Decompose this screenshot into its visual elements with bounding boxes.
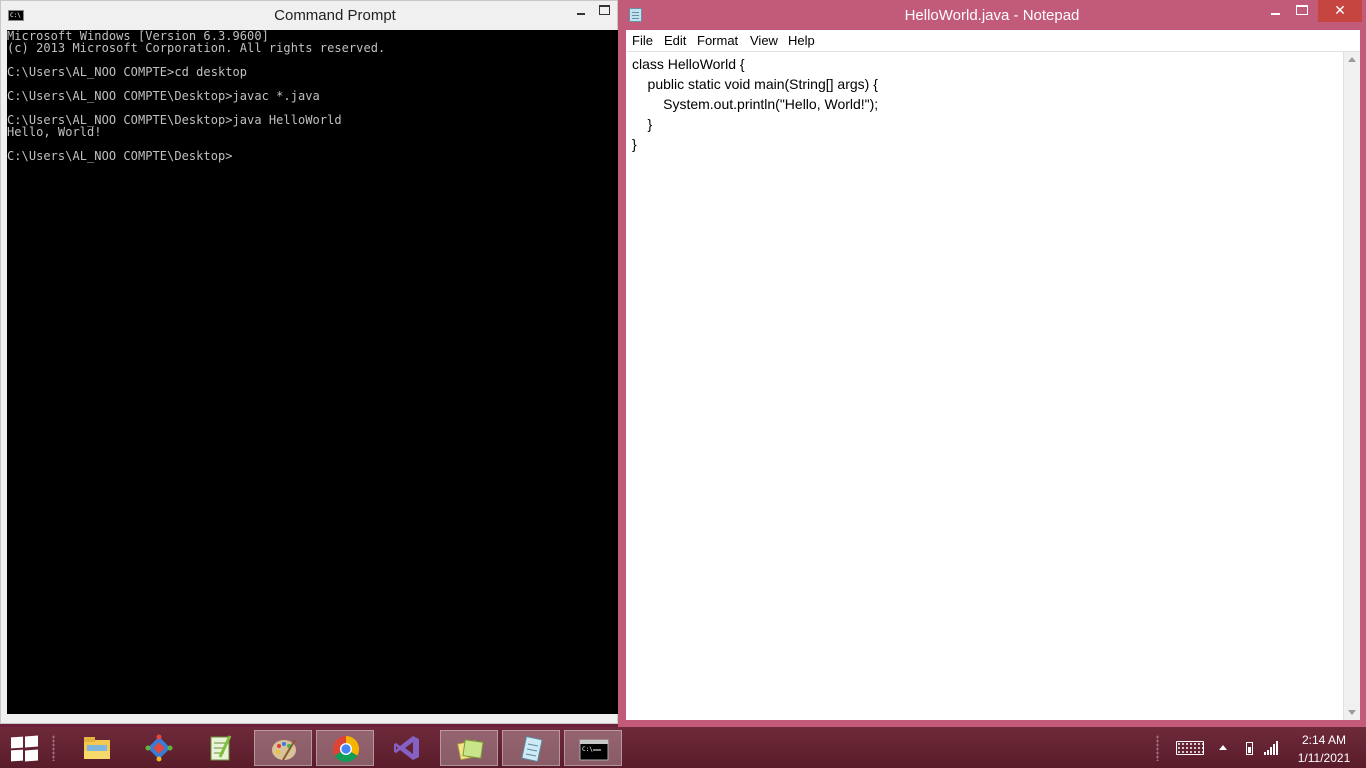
menu-view[interactable]: View: [750, 33, 778, 48]
taskbar-app-notepad-plus-plus[interactable]: [192, 730, 250, 766]
tray-grip: [1156, 735, 1159, 761]
notepad-window-title: HelloWorld.java - Notepad: [904, 7, 1080, 24]
scroll-up-arrow-icon[interactable]: [1348, 57, 1356, 62]
chrome-icon: [332, 735, 360, 763]
notepad-menubar: File Edit Format View Help: [626, 30, 1360, 52]
notepadpp-icon: [210, 735, 232, 761]
scroll-down-arrow-icon[interactable]: [1348, 710, 1356, 715]
cmd-console[interactable]: Microsoft Windows [Version 6.3.9600] (c)…: [7, 30, 618, 714]
menu-edit[interactable]: Edit: [664, 33, 686, 48]
signal-bar: [1264, 752, 1266, 755]
menu-format[interactable]: Format: [697, 33, 738, 48]
cmd-line: (c) 2013 Microsoft Corporation. All righ…: [7, 41, 386, 55]
code-line: }: [632, 116, 653, 132]
command-prompt-window[interactable]: Command Prompt Microsoft Windows [Versio…: [0, 0, 618, 724]
clock-date[interactable]: 1/11/2021: [1290, 751, 1358, 765]
visual-studio-icon: [394, 736, 419, 760]
windows-logo-icon: [11, 749, 23, 762]
cmd-titlebar[interactable]: Command Prompt: [1, 1, 617, 29]
taskbar-app-command-prompt[interactable]: C:\: [564, 730, 622, 766]
palette-icon: [272, 739, 296, 761]
windows-logo-icon: [11, 736, 23, 749]
cmd-prompt-line: C:\Users\AL_NOO COMPTE\Desktop>: [7, 149, 233, 163]
cmd-icon: C:\: [579, 739, 609, 761]
system-tray: 2:14 AM 1/11/2021: [1150, 727, 1366, 768]
taskbar-app-paint[interactable]: [254, 730, 312, 766]
cmd-maximize-button[interactable]: [599, 5, 610, 15]
svg-text:C:\: C:\: [582, 746, 593, 753]
start-button[interactable]: [8, 733, 42, 763]
notepad-icon: [521, 735, 543, 763]
menu-help[interactable]: Help: [788, 33, 815, 48]
sticky-notes-icon: [456, 739, 484, 761]
clock-time[interactable]: 2:14 AM: [1290, 733, 1358, 747]
signal-bar: [1273, 744, 1275, 755]
taskbar: C:\ 2:14 AM 1/11/2021: [0, 727, 1366, 768]
show-hidden-icons-arrow-icon[interactable]: [1219, 745, 1227, 750]
cmd-line: C:\Users\AL_NOO COMPTE\Desktop>javac *.j…: [7, 89, 320, 103]
menu-file[interactable]: File: [632, 33, 653, 48]
signal-bar: [1276, 741, 1278, 755]
battery-icon[interactable]: [1246, 742, 1253, 755]
code-line: class HelloWorld {: [632, 56, 745, 72]
signal-bar: [1270, 747, 1272, 755]
taskbar-app-file-explorer[interactable]: [68, 730, 126, 766]
notepad-text-area[interactable]: class HelloWorld { public static void ma…: [626, 52, 1360, 720]
windows-logo-icon: [25, 735, 38, 748]
touch-keyboard-icon[interactable]: [1176, 741, 1204, 755]
notepad-window[interactable]: HelloWorld.java - Notepad ✕ File Edit Fo…: [618, 0, 1366, 727]
notepad-vertical-scrollbar[interactable]: [1343, 52, 1360, 720]
cmd-window-title: Command Prompt: [274, 7, 396, 24]
notepad-minimize-button[interactable]: [1268, 3, 1282, 17]
code-line: System.out.println("Hello, World!");: [632, 96, 879, 112]
cmd-line: C:\Users\AL_NOO COMPTE>cd desktop: [7, 65, 248, 79]
folder-icon: [84, 737, 110, 759]
taskbar-grip: [52, 735, 55, 761]
notepad-close-button[interactable]: ✕: [1318, 0, 1362, 22]
taskbar-app-visual-studio[interactable]: [378, 730, 436, 766]
signal-bar: [1267, 750, 1269, 755]
cmd-minimize-button[interactable]: [575, 3, 587, 17]
taskbar-app-notepad[interactable]: [502, 730, 560, 766]
code-line: }: [632, 136, 637, 152]
taskbar-app-sticky-notes[interactable]: [440, 730, 498, 766]
taskbar-app-git[interactable]: [130, 730, 188, 766]
notepad-titlebar[interactable]: HelloWorld.java - Notepad ✕: [618, 0, 1366, 30]
cmd-output-line: Hello, World!: [7, 125, 102, 139]
network-signal-icon[interactable]: [1264, 741, 1280, 755]
notepad-maximize-button[interactable]: [1296, 5, 1308, 15]
git-icon: [145, 734, 173, 762]
taskbar-app-chrome[interactable]: [316, 730, 374, 766]
windows-logo-icon: [25, 749, 38, 762]
code-line: public static void main(String[] args) {: [632, 76, 878, 92]
